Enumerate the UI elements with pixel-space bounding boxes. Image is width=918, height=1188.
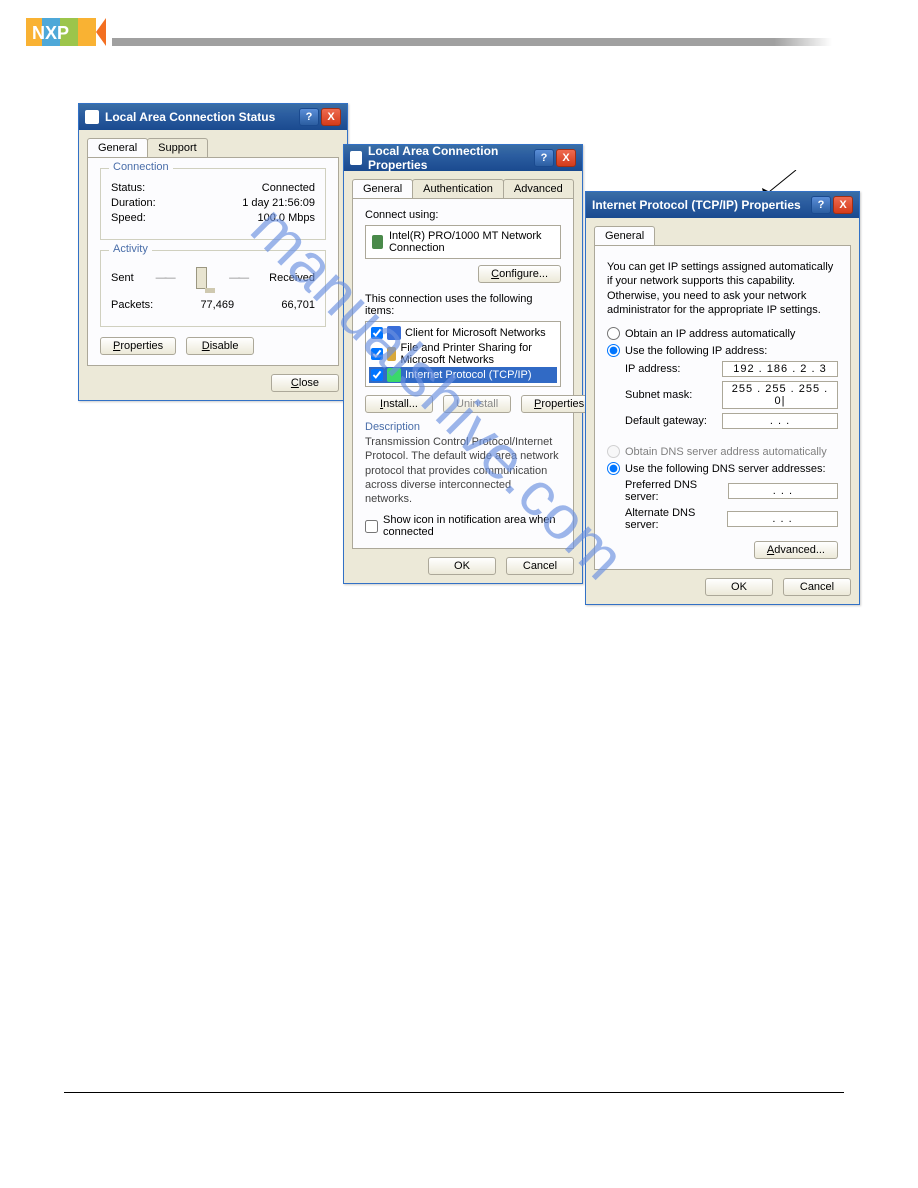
help-icon[interactable]: ? (811, 196, 831, 214)
connection-icon (350, 151, 362, 165)
client-icon (387, 326, 401, 340)
tab-authentication[interactable]: Authentication (412, 179, 504, 198)
share-icon (387, 347, 396, 361)
alt-dns-label: Alternate DNS server: (625, 507, 727, 531)
svg-text:NXP: NXP (32, 23, 69, 43)
ok-button[interactable]: OK (705, 578, 773, 596)
pref-dns-label: Preferred DNS server: (625, 479, 728, 503)
radio-use-ip-label: Use the following IP address: (625, 345, 767, 357)
nic-icon (372, 235, 383, 249)
speed-value: 100.0 Mbps (258, 212, 315, 224)
cancel-button[interactable]: Cancel (783, 578, 851, 596)
recv-arrow-icon: —— (229, 272, 247, 284)
close-icon[interactable]: X (556, 149, 576, 167)
radio-use-dns[interactable] (607, 462, 620, 475)
configure-button[interactable]: Configure... (478, 265, 561, 283)
close-icon[interactable]: X (833, 196, 853, 214)
nxp-logo: NXP (26, 18, 106, 51)
radio-auto-dns (607, 445, 620, 458)
radio-use-dns-label: Use the following DNS server addresses: (625, 463, 826, 475)
monitor-icon (196, 267, 208, 289)
disable-button[interactable]: Disable (186, 337, 254, 355)
radio-auto-ip-label: Obtain an IP address automatically (625, 328, 795, 340)
duration-label: Duration: (111, 197, 156, 209)
cancel-button[interactable]: Cancel (506, 557, 574, 575)
tab-advanced[interactable]: Advanced (503, 179, 574, 198)
item-checkbox[interactable] (371, 348, 383, 360)
ip-label: IP address: (625, 363, 680, 375)
status-label: Status: (111, 182, 145, 194)
status-window: Local Area Connection Status ? X General… (78, 103, 348, 401)
props-title: Local Area Connection Properties (368, 144, 534, 172)
item-properties-button[interactable]: Properties (521, 395, 589, 413)
close-button[interactable]: Close (271, 374, 339, 392)
connect-using-label: Connect using: (365, 209, 561, 221)
sent-label: Sent (111, 272, 134, 284)
list-item[interactable]: Internet Protocol (TCP/IP) (369, 367, 557, 383)
connection-legend: Connection (109, 161, 173, 173)
packets-recv: 66,701 (281, 299, 315, 311)
properties-button[interactable]: Properties (100, 337, 176, 355)
show-icon-checkbox[interactable] (365, 520, 378, 533)
help-icon[interactable]: ? (299, 108, 319, 126)
tcpip-window: Internet Protocol (TCP/IP) Properties ? … (585, 191, 860, 605)
adapter-field: Intel(R) PRO/1000 MT Network Connection (365, 225, 561, 259)
subnet-input[interactable]: 255 . 255 . 255 . 0| (722, 381, 838, 409)
tcpip-note: You can get IP settings assigned automat… (607, 260, 838, 317)
uninstall-button[interactable]: Uninstall (443, 395, 511, 413)
gateway-input[interactable]: . . . (722, 413, 838, 429)
tab-general[interactable]: General (352, 179, 413, 198)
tab-general[interactable]: General (594, 226, 655, 245)
tcpip-titlebar[interactable]: Internet Protocol (TCP/IP) Properties ? … (586, 192, 859, 218)
radio-auto-dns-label: Obtain DNS server address automatically (625, 446, 827, 458)
list-item[interactable]: Client for Microsoft Networks (369, 325, 557, 341)
status-titlebar[interactable]: Local Area Connection Status ? X (79, 104, 347, 130)
items-label: This connection uses the following items… (365, 293, 561, 317)
items-list[interactable]: Client for Microsoft Networks File and P… (365, 321, 561, 387)
item-checkbox[interactable] (371, 327, 383, 339)
header-divider (112, 38, 832, 46)
help-icon[interactable]: ? (534, 149, 554, 167)
radio-use-ip[interactable] (607, 344, 620, 357)
ok-button[interactable]: OK (428, 557, 496, 575)
radio-auto-ip[interactable] (607, 327, 620, 340)
status-title: Local Area Connection Status (105, 110, 275, 124)
props-titlebar[interactable]: Local Area Connection Properties ? X (344, 145, 582, 171)
list-item[interactable]: File and Printer Sharing for Microsoft N… (369, 341, 557, 367)
connection-icon (85, 110, 99, 124)
description-title: Description (365, 421, 561, 433)
install-button[interactable]: Install... (365, 395, 433, 413)
pref-dns-input[interactable]: . . . (728, 483, 838, 499)
footer-divider (64, 1092, 844, 1093)
duration-value: 1 day 21:56:09 (242, 197, 315, 209)
activity-legend: Activity (109, 243, 152, 255)
sent-arrow-icon: —— (156, 272, 174, 284)
close-icon[interactable]: X (321, 108, 341, 126)
received-label: Received (269, 272, 315, 284)
properties-window: Local Area Connection Properties ? X Gen… (343, 144, 583, 584)
packets-sent: 77,469 (200, 299, 234, 311)
subnet-label: Subnet mask: (625, 389, 692, 401)
item-label: File and Printer Sharing for Microsoft N… (400, 342, 555, 366)
packets-label: Packets: (111, 299, 153, 311)
ip-input[interactable]: 192 . 186 . 2 . 3 (722, 361, 838, 377)
tcpip-icon (387, 368, 401, 382)
item-label: Internet Protocol (TCP/IP) (405, 369, 532, 381)
alt-dns-input[interactable]: . . . (727, 511, 838, 527)
tab-general[interactable]: General (87, 138, 148, 157)
tab-support[interactable]: Support (147, 138, 208, 157)
adapter-name: Intel(R) PRO/1000 MT Network Connection (389, 230, 554, 254)
show-icon-label: Show icon in notification area when conn… (383, 514, 561, 538)
item-label: Client for Microsoft Networks (405, 327, 546, 339)
gateway-label: Default gateway: (625, 415, 707, 427)
item-checkbox[interactable] (371, 369, 383, 381)
tcpip-title: Internet Protocol (TCP/IP) Properties (592, 198, 801, 212)
status-value: Connected (262, 182, 315, 194)
description-text: Transmission Control Protocol/Internet P… (365, 435, 561, 506)
speed-label: Speed: (111, 212, 146, 224)
advanced-button[interactable]: Advanced... (754, 541, 838, 559)
